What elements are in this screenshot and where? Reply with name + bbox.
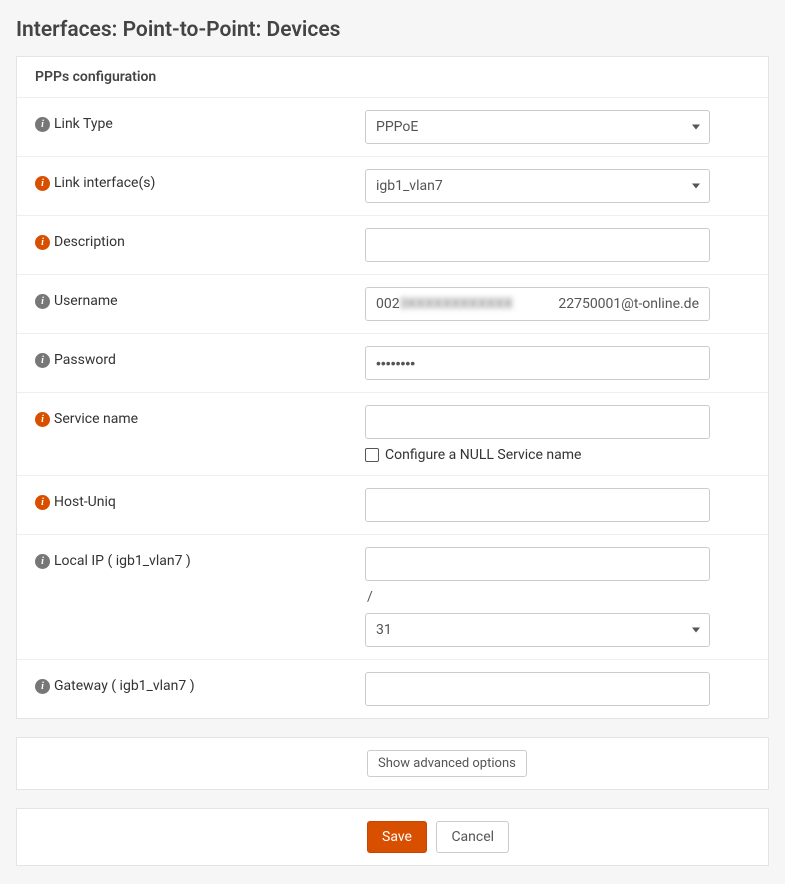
row-gateway: i Gateway ( igb1_vlan7 ) xyxy=(17,660,768,718)
label-gateway: i Gateway ( igb1_vlan7 ) xyxy=(35,672,365,694)
username-redacted: 3XXXXXXXXXXXX xyxy=(400,296,559,312)
service-name-input[interactable] xyxy=(365,405,710,439)
info-icon[interactable]: i xyxy=(35,235,50,250)
info-icon[interactable]: i xyxy=(35,495,50,510)
link-type-select[interactable]: PPPoE xyxy=(365,110,710,144)
actions-panel: Save Cancel xyxy=(16,808,769,866)
ppp-config-panel: PPPs configuration i Link Type PPPoE i L… xyxy=(16,56,769,719)
label-host-uniq: i Host-Uniq xyxy=(35,488,365,510)
label-password: i Password xyxy=(35,346,365,368)
row-link-type: i Link Type PPPoE xyxy=(17,98,768,157)
chevron-down-icon xyxy=(692,184,700,189)
info-icon[interactable]: i xyxy=(35,117,50,132)
info-icon[interactable]: i xyxy=(35,412,50,427)
description-input[interactable] xyxy=(365,228,710,262)
username-suffix: 22750001@t-online.de xyxy=(558,296,699,312)
label-local-ip: i Local IP ( igb1_vlan7 ) xyxy=(35,547,365,569)
show-advanced-button[interactable]: Show advanced options xyxy=(367,750,527,777)
info-icon[interactable]: i xyxy=(35,679,50,694)
host-uniq-input[interactable] xyxy=(365,488,710,522)
row-service-name: i Service name Configure a NULL Service … xyxy=(17,393,768,476)
username-input[interactable]: 002 3XXXXXXXXXXXX 22750001@t-online.de xyxy=(365,287,710,321)
label-link-type: i Link Type xyxy=(35,110,365,132)
null-service-checkbox[interactable] xyxy=(365,448,379,462)
link-interfaces-select[interactable]: igb1_vlan7 xyxy=(365,169,710,203)
label-text: Local IP ( igb1_vlan7 ) xyxy=(54,553,191,569)
label-service-name: i Service name xyxy=(35,405,365,427)
username-prefix: 002 xyxy=(376,296,400,312)
gateway-input[interactable] xyxy=(365,672,710,706)
actions-row: Save Cancel xyxy=(17,809,768,865)
row-password: i Password xyxy=(17,334,768,393)
advanced-row: Show advanced options xyxy=(17,738,768,789)
info-icon[interactable]: i xyxy=(35,176,50,191)
subnet-value: 31 xyxy=(376,622,392,638)
label-description: i Description xyxy=(35,228,365,250)
null-service-label: Configure a NULL Service name xyxy=(385,447,581,463)
save-button[interactable]: Save xyxy=(367,821,427,853)
label-text: Link interface(s) xyxy=(54,175,155,191)
label-username: i Username xyxy=(35,287,365,309)
info-icon[interactable]: i xyxy=(35,353,50,368)
label-text: Host-Uniq xyxy=(54,494,116,510)
chevron-down-icon xyxy=(692,125,700,130)
local-ip-input[interactable] xyxy=(365,547,710,581)
password-input[interactable] xyxy=(365,346,710,380)
info-icon[interactable]: i xyxy=(35,294,50,309)
link-type-value: PPPoE xyxy=(376,119,418,135)
subnet-select[interactable]: 31 xyxy=(365,613,710,647)
label-text: Password xyxy=(54,352,116,368)
row-host-uniq: i Host-Uniq xyxy=(17,476,768,535)
advanced-panel: Show advanced options xyxy=(16,737,769,790)
info-icon[interactable]: i xyxy=(35,554,50,569)
row-local-ip: i Local IP ( igb1_vlan7 ) / 31 xyxy=(17,535,768,660)
row-username: i Username 002 3XXXXXXXXXXXX 22750001@t-… xyxy=(17,275,768,334)
cancel-button[interactable]: Cancel xyxy=(436,821,509,853)
label-text: Service name xyxy=(54,411,138,427)
link-interfaces-value: igb1_vlan7 xyxy=(376,178,443,194)
panel-header: PPPs configuration xyxy=(17,57,768,98)
label-text: Username xyxy=(54,293,118,309)
label-text: Gateway ( igb1_vlan7 ) xyxy=(54,678,195,694)
null-service-checkbox-row: Configure a NULL Service name xyxy=(365,447,750,463)
subnet-separator: / xyxy=(365,589,750,605)
chevron-down-icon xyxy=(692,628,700,633)
label-text: Description xyxy=(54,234,125,250)
row-description: i Description xyxy=(17,216,768,275)
page-title: Interfaces: Point-to-Point: Devices xyxy=(0,0,785,56)
row-link-interfaces: i Link interface(s) igb1_vlan7 xyxy=(17,157,768,216)
label-text: Link Type xyxy=(54,116,113,132)
label-link-interfaces: i Link interface(s) xyxy=(35,169,365,191)
